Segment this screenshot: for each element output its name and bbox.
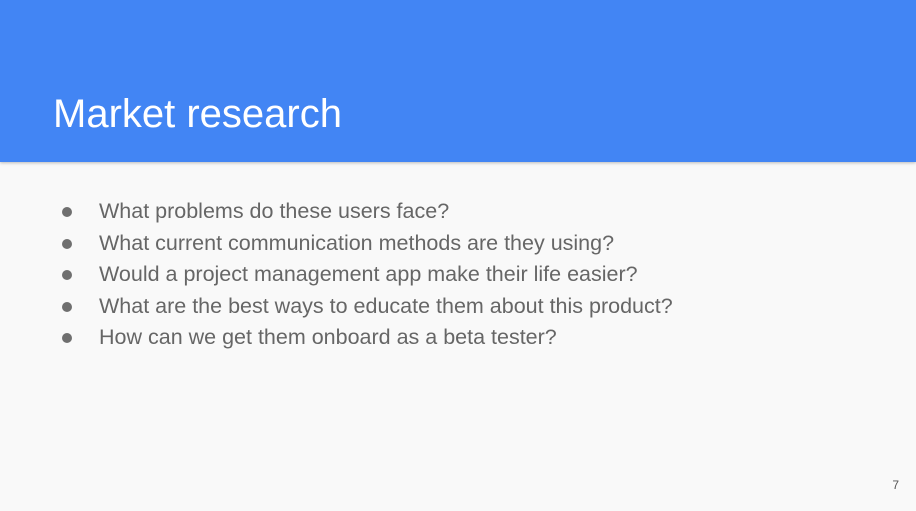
bullet-dot-icon: [62, 301, 72, 312]
bullet-dot-icon: [62, 270, 72, 280]
bullet-text: What problems do these users face?: [99, 199, 450, 223]
title-banner: Market research: [0, 0, 916, 162]
slide: Market research What problems do these u…: [0, 0, 916, 511]
bullet-dot-icon: [62, 238, 72, 249]
bullet-dot-icon: [62, 333, 72, 343]
bullet-text: What current communication methods are t…: [99, 230, 615, 255]
bullet-text: How can we get them onboard as a beta te…: [99, 325, 557, 349]
bullet-text: Would a project management app make thei…: [99, 262, 638, 286]
slide-title: Market research: [53, 92, 342, 136]
bullet-text: What are the best ways to educate them a…: [99, 293, 673, 318]
page-number: 7: [892, 478, 899, 492]
bullet-dot-icon: [62, 207, 72, 217]
